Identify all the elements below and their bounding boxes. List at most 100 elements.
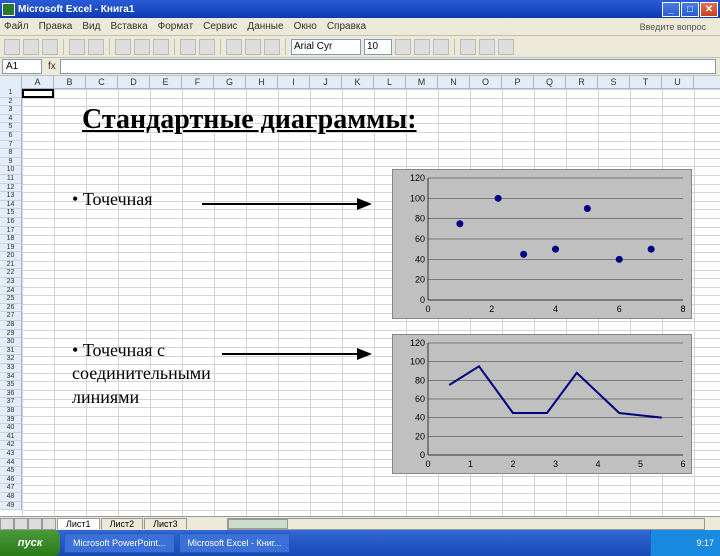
row-header[interactable]: 2 [0, 98, 21, 107]
row-header[interactable]: 11 [0, 175, 21, 184]
row-header[interactable]: 9 [0, 158, 21, 167]
row-header[interactable]: 22 [0, 269, 21, 278]
row-header[interactable]: 37 [0, 398, 21, 407]
row-header[interactable]: 48 [0, 493, 21, 502]
col-header[interactable]: E [150, 76, 182, 89]
row-header[interactable]: 21 [0, 261, 21, 270]
italic-icon[interactable] [414, 39, 430, 55]
font-family-select[interactable]: Arial Cyr [291, 39, 361, 55]
row-header[interactable]: 36 [0, 390, 21, 399]
menu-data[interactable]: Данные [247, 21, 283, 32]
row-header[interactable]: 27 [0, 312, 21, 321]
col-header[interactable]: R [566, 76, 598, 89]
horizontal-scrollbar[interactable] [227, 518, 705, 530]
row-header[interactable]: 18 [0, 235, 21, 244]
menu-tools[interactable]: Сервис [203, 21, 237, 32]
row-header[interactable]: 46 [0, 476, 21, 485]
row-header[interactable]: 49 [0, 502, 21, 511]
row-header[interactable]: 40 [0, 424, 21, 433]
row-header[interactable]: 13 [0, 192, 21, 201]
col-header[interactable]: J [310, 76, 342, 89]
row-header[interactable]: 16 [0, 218, 21, 227]
row-header[interactable]: 1 [0, 89, 21, 98]
start-button[interactable]: пуск [0, 530, 60, 556]
taskbar-item[interactable]: Microsoft Excel - Книг... [179, 533, 291, 553]
col-header[interactable]: T [630, 76, 662, 89]
underline-icon[interactable] [433, 39, 449, 55]
scatter-chart[interactable]: 02040608010012002468 [392, 169, 692, 319]
row-header[interactable]: 7 [0, 141, 21, 150]
row-header[interactable]: 42 [0, 441, 21, 450]
close-button[interactable]: ✕ [700, 2, 718, 17]
col-header[interactable]: O [470, 76, 502, 89]
row-header[interactable]: 20 [0, 252, 21, 261]
row-header[interactable]: 38 [0, 407, 21, 416]
col-header[interactable]: H [246, 76, 278, 89]
col-header[interactable]: S [598, 76, 630, 89]
minimize-button[interactable]: _ [662, 2, 680, 17]
row-header[interactable]: 35 [0, 381, 21, 390]
col-header[interactable]: U [662, 76, 694, 89]
formula-bar[interactable] [60, 59, 716, 74]
row-header[interactable]: 34 [0, 373, 21, 382]
row-header[interactable]: 23 [0, 278, 21, 287]
font-size-select[interactable]: 10 [364, 39, 392, 55]
tab-nav-first-icon[interactable] [0, 518, 14, 530]
col-header[interactable]: P [502, 76, 534, 89]
fx-icon[interactable]: fx [44, 61, 60, 72]
help-search[interactable]: Введите вопрос [640, 22, 706, 32]
row-header[interactable]: 15 [0, 209, 21, 218]
row-header[interactable]: 4 [0, 115, 21, 124]
row-header[interactable]: 5 [0, 123, 21, 132]
sort-desc-icon[interactable] [245, 39, 261, 55]
worksheet[interactable]: A B C D E F G H I J K L M N O P Q R S T … [0, 76, 720, 516]
row-header[interactable]: 43 [0, 450, 21, 459]
redo-icon[interactable] [199, 39, 215, 55]
sheet-tab[interactable]: Лист2 [101, 518, 144, 529]
cut-icon[interactable] [115, 39, 131, 55]
row-header[interactable]: 10 [0, 166, 21, 175]
system-tray[interactable]: 9:17 [650, 530, 720, 556]
selected-cell[interactable] [22, 89, 54, 98]
col-header[interactable]: G [214, 76, 246, 89]
row-header[interactable]: 41 [0, 433, 21, 442]
col-header[interactable]: M [406, 76, 438, 89]
chart-wizard-icon[interactable] [264, 39, 280, 55]
row-header[interactable]: 47 [0, 484, 21, 493]
row-header[interactable]: 39 [0, 416, 21, 425]
new-icon[interactable] [4, 39, 20, 55]
print-icon[interactable] [69, 39, 85, 55]
select-all-corner[interactable] [0, 76, 22, 89]
row-header[interactable]: 19 [0, 244, 21, 253]
row-header[interactable]: 44 [0, 459, 21, 468]
row-header[interactable]: 26 [0, 304, 21, 313]
maximize-button[interactable]: □ [681, 2, 699, 17]
copy-icon[interactable] [134, 39, 150, 55]
col-header[interactable]: B [54, 76, 86, 89]
align-center-icon[interactable] [479, 39, 495, 55]
row-header[interactable]: 24 [0, 287, 21, 296]
row-header[interactable]: 12 [0, 184, 21, 193]
align-left-icon[interactable] [460, 39, 476, 55]
undo-icon[interactable] [180, 39, 196, 55]
preview-icon[interactable] [88, 39, 104, 55]
row-header[interactable]: 25 [0, 295, 21, 304]
taskbar-item[interactable]: Microsoft PowerPoint... [64, 533, 175, 553]
menu-insert[interactable]: Вставка [110, 21, 147, 32]
align-right-icon[interactable] [498, 39, 514, 55]
menu-edit[interactable]: Правка [39, 21, 73, 32]
tab-nav-prev-icon[interactable] [14, 518, 28, 530]
sheet-tab[interactable]: Лист3 [144, 518, 187, 529]
menu-format[interactable]: Формат [158, 21, 194, 32]
col-header[interactable]: Q [534, 76, 566, 89]
col-header[interactable]: K [342, 76, 374, 89]
row-header[interactable]: 28 [0, 321, 21, 330]
save-icon[interactable] [42, 39, 58, 55]
sheet-tab-active[interactable]: Лист1 [57, 518, 100, 529]
row-header[interactable]: 29 [0, 330, 21, 339]
col-header[interactable]: L [374, 76, 406, 89]
row-header[interactable]: 32 [0, 355, 21, 364]
menu-help[interactable]: Справка [327, 21, 366, 32]
tab-nav-next-icon[interactable] [28, 518, 42, 530]
row-header[interactable]: 45 [0, 467, 21, 476]
